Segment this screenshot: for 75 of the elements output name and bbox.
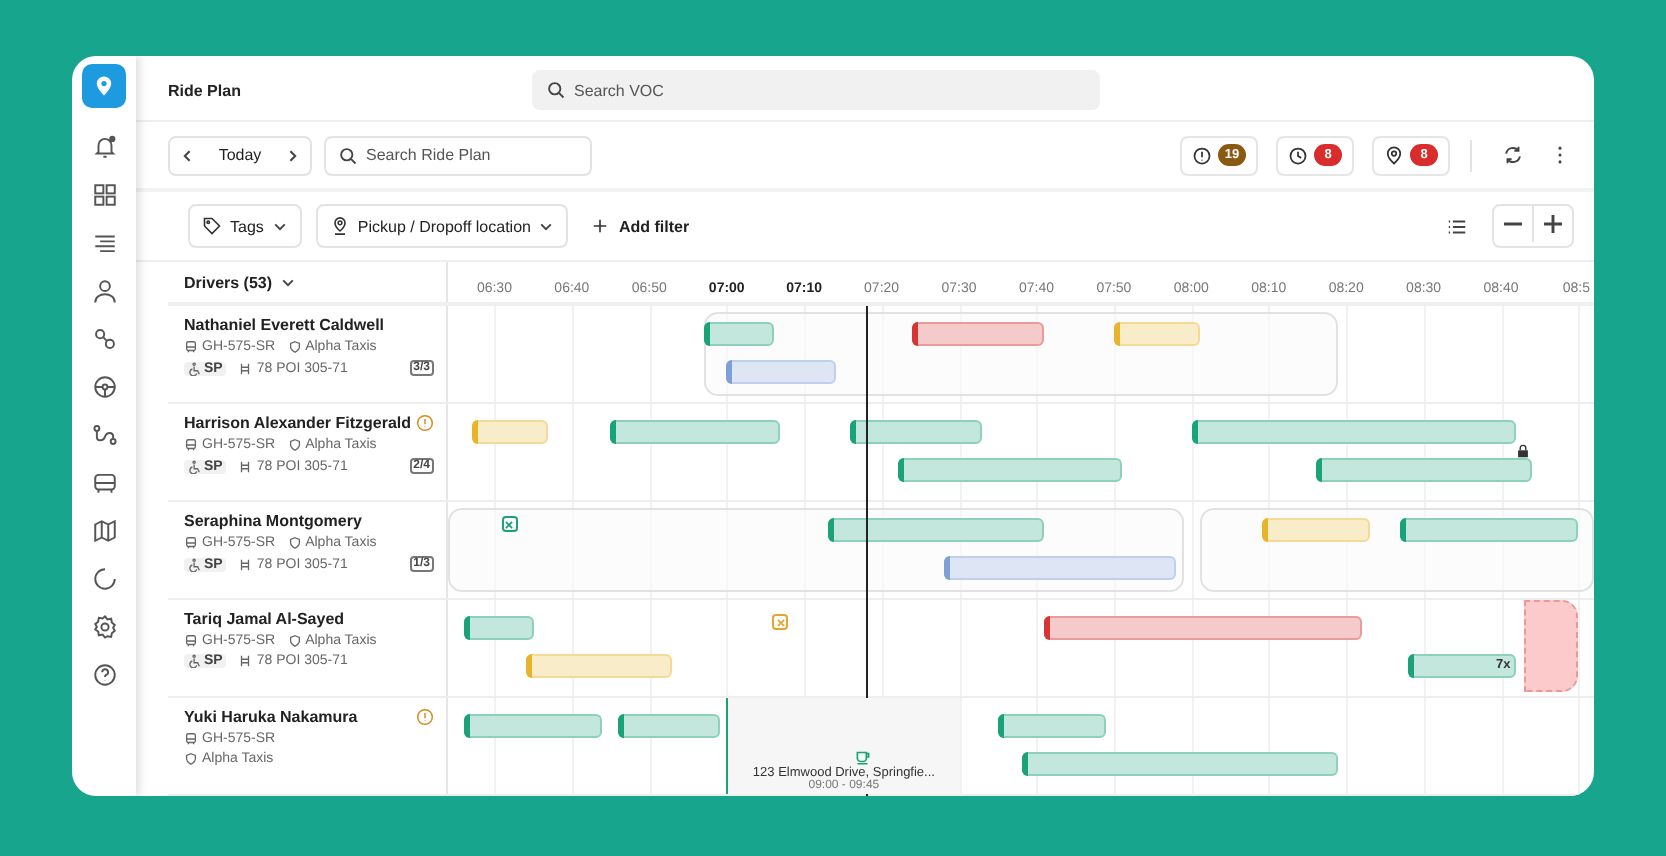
caret-icon[interactable] <box>280 274 297 290</box>
coffee-cup-icon <box>853 748 872 766</box>
shield-icon <box>287 634 302 648</box>
bus-icon <box>184 438 198 452</box>
clock-icon <box>1288 145 1308 165</box>
bus-icon[interactable] <box>91 470 117 496</box>
lines-icon[interactable] <box>91 230 117 256</box>
steering-wheel-icon[interactable] <box>91 374 117 400</box>
search-icon <box>546 80 566 100</box>
map-icon[interactable] <box>91 518 117 544</box>
list-icon[interactable] <box>1446 215 1468 237</box>
bus-icon <box>184 732 198 746</box>
trip-bar[interactable] <box>1113 322 1200 346</box>
trip-bar[interactable] <box>703 322 774 346</box>
search-field[interactable]: Search VOC <box>532 70 1100 110</box>
date-label[interactable]: Today <box>218 146 262 164</box>
location-pin-icon <box>329 216 350 236</box>
shield-icon <box>287 536 302 550</box>
trip-bar[interactable] <box>525 654 673 678</box>
filter-dropdown[interactable]: Tags <box>188 204 302 248</box>
driver-name[interactable]: Nathaniel Everett Caldwell <box>184 316 385 334</box>
shield-icon <box>184 752 198 766</box>
search-icon <box>338 145 358 165</box>
tag-icon <box>202 216 222 236</box>
pending-block[interactable] <box>1524 600 1579 692</box>
driver-name[interactable]: Yuki Haruka Nakamura <box>184 708 358 726</box>
trip-bar[interactable] <box>471 420 549 444</box>
shield-icon <box>287 438 302 452</box>
ride-search-field[interactable]: Search Ride Plan <box>324 135 592 175</box>
cancel-marker[interactable] <box>501 516 518 532</box>
previous-day-icon[interactable] <box>180 147 196 163</box>
add-filter-button[interactable]: Add filter <box>582 204 698 248</box>
filter-dropdown[interactable]: Pickup / Dropoff location <box>315 204 569 248</box>
trip-bar[interactable] <box>997 714 1107 738</box>
page-title: Ride Plan <box>166 81 243 99</box>
caret-icon <box>538 218 555 234</box>
trip-bar[interactable] <box>912 322 1045 346</box>
trip-bar[interactable] <box>827 518 1045 542</box>
person-icon[interactable] <box>91 278 117 304</box>
wheelchair-icon <box>188 361 202 375</box>
wheelchair-icon <box>188 654 202 668</box>
trip-bar[interactable] <box>1315 458 1532 482</box>
more-options-icon[interactable] <box>1556 144 1564 166</box>
trip-bar[interactable] <box>897 458 1122 482</box>
settings-icon[interactable] <box>91 614 117 640</box>
drivers-header[interactable]: Drivers (53) <box>184 273 273 291</box>
nodes-icon[interactable] <box>91 326 117 352</box>
bus-icon <box>184 340 198 354</box>
driver-name[interactable]: Harrison Alexander Fitzgerald <box>184 414 412 432</box>
trip-bar[interactable] <box>1261 518 1370 542</box>
trip-bar[interactable] <box>943 556 1176 580</box>
caret-icon <box>271 218 288 234</box>
plus-icon <box>590 216 611 236</box>
help-icon[interactable] <box>91 662 117 688</box>
app-logo[interactable] <box>82 64 126 108</box>
driver-name[interactable]: Seraphina Montgomery <box>184 512 362 530</box>
bell-icon[interactable] <box>91 134 117 160</box>
cancel-marker[interactable] <box>772 614 789 630</box>
trip-bar[interactable] <box>618 714 719 738</box>
bus-icon <box>184 536 198 550</box>
trip-bar[interactable] <box>850 420 983 444</box>
dashboard-icon[interactable] <box>91 182 117 208</box>
refresh-icon[interactable] <box>1502 144 1524 166</box>
wheelchair-icon <box>188 459 202 473</box>
shield-icon <box>287 340 302 354</box>
location-pin-icon <box>1384 145 1404 165</box>
trip-bar[interactable] <box>726 360 836 384</box>
wheelchair-icon <box>188 557 202 571</box>
bus-icon <box>184 634 198 648</box>
trip-bar[interactable] <box>463 714 603 738</box>
trip-bar[interactable] <box>463 616 534 640</box>
driver-name[interactable]: Tariq Jamal Al-Sayed <box>184 610 345 628</box>
warning-icon <box>1192 145 1212 165</box>
trip-bar[interactable] <box>1400 518 1579 542</box>
trip-bar[interactable] <box>610 420 781 444</box>
